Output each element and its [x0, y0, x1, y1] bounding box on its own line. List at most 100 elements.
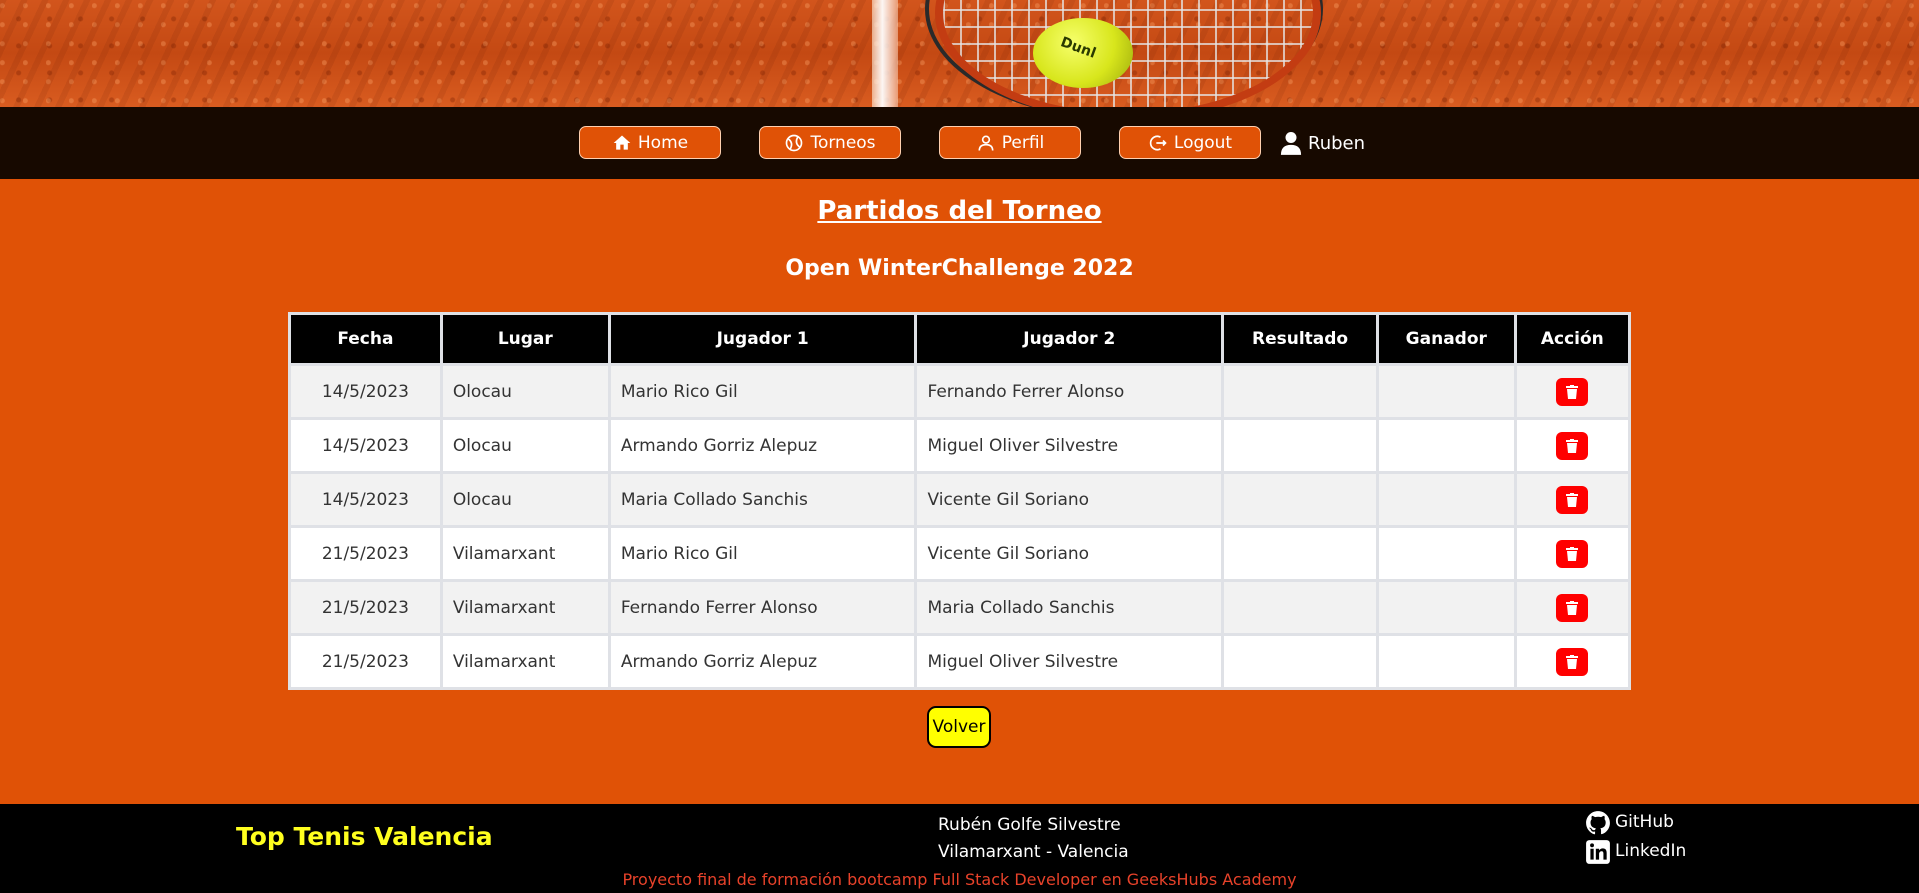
- tournament-name: Open WinterChallenge 2022: [785, 256, 1134, 281]
- cell-jugador2: Miguel Oliver Silvestre: [914, 417, 1225, 474]
- column-header-ganador: Ganador: [1375, 312, 1517, 366]
- cell-fecha: 14/5/2023: [288, 363, 443, 420]
- cell-jugador2: Vicente Gil Soriano: [914, 525, 1225, 582]
- cell-jugador2: Miguel Oliver Silvestre: [914, 633, 1225, 690]
- cell-resultado: [1221, 633, 1379, 690]
- column-header-jugador1: Jugador 1: [607, 312, 918, 366]
- social-links: GitHub LinkedIn: [1585, 808, 1686, 866]
- cell-fecha: 14/5/2023: [288, 417, 443, 474]
- footer: Top Tenis Valencia Rubén Golfe Silvestre…: [0, 804, 1919, 893]
- cell-jugador1: Mario Rico Gil: [607, 363, 918, 420]
- cell-lugar: Vilamarxant: [439, 525, 611, 582]
- home-button[interactable]: Home: [579, 126, 721, 159]
- cell-jugador1: Armando Gorriz Alepuz: [607, 633, 918, 690]
- trash-icon: [1566, 384, 1579, 399]
- table-row: 21/5/2023 Vilamarxant Fernando Ferrer Al…: [288, 579, 1632, 636]
- tennis-ball-icon: [786, 134, 803, 151]
- home-icon: [613, 135, 631, 150]
- author-location: Vilamarxant - Valencia: [938, 842, 1129, 862]
- cell-ganador: [1375, 633, 1517, 690]
- column-header-resultado: Resultado: [1221, 312, 1379, 366]
- github-label: GitHub: [1615, 812, 1674, 832]
- page-title: Partidos del Torneo: [817, 196, 1102, 226]
- perfil-button[interactable]: Perfil: [939, 126, 1081, 159]
- cell-accion: [1513, 525, 1632, 582]
- perfil-button-label: Perfil: [1001, 132, 1045, 153]
- delete-match-button[interactable]: [1556, 377, 1589, 406]
- cell-resultado: [1221, 471, 1379, 528]
- logout-button-label: Logout: [1173, 132, 1233, 153]
- cell-accion: [1513, 579, 1632, 636]
- cell-fecha: 21/5/2023: [288, 633, 443, 690]
- table-row: 14/5/2023 Olocau Mario Rico Gil Fernando…: [288, 363, 1632, 420]
- back-button[interactable]: Volver: [927, 706, 991, 748]
- trash-icon: [1566, 654, 1579, 669]
- logout-button[interactable]: Logout: [1119, 126, 1261, 159]
- linkedin-link[interactable]: LinkedIn: [1585, 837, 1686, 866]
- cell-lugar: Olocau: [439, 363, 611, 420]
- cell-accion: [1513, 417, 1632, 474]
- trash-icon: [1566, 600, 1579, 615]
- matches-table: Fecha Lugar Jugador 1 Jugador 2 Resultad…: [288, 312, 1632, 690]
- cell-lugar: Olocau: [439, 471, 611, 528]
- delete-match-button[interactable]: [1556, 485, 1589, 514]
- current-user: Ruben: [1280, 131, 1365, 155]
- cell-fecha: 21/5/2023: [288, 525, 443, 582]
- cell-resultado: [1221, 363, 1379, 420]
- github-link[interactable]: GitHub: [1585, 808, 1686, 837]
- delete-match-button[interactable]: [1556, 647, 1589, 676]
- column-header-lugar: Lugar: [439, 312, 611, 366]
- cell-jugador1: Mario Rico Gil: [607, 525, 918, 582]
- user-icon: [1280, 132, 1302, 155]
- delete-match-button[interactable]: [1556, 593, 1589, 622]
- github-icon: [1586, 810, 1610, 834]
- user-outline-icon: [978, 135, 994, 151]
- cell-accion: [1513, 471, 1632, 528]
- logout-icon: [1149, 135, 1167, 150]
- author-name: Rubén Golfe Silvestre: [938, 815, 1121, 835]
- delete-match-button[interactable]: [1556, 431, 1589, 460]
- cell-fecha: 14/5/2023: [288, 471, 443, 528]
- linkedin-icon: [1586, 839, 1610, 864]
- cell-ganador: [1375, 579, 1517, 636]
- torneos-button[interactable]: Torneos: [759, 126, 901, 159]
- delete-match-button[interactable]: [1556, 539, 1589, 568]
- table-header-row: Fecha Lugar Jugador 1 Jugador 2 Resultad…: [288, 312, 1632, 366]
- cell-lugar: Vilamarxant: [439, 579, 611, 636]
- cell-jugador1: Fernando Ferrer Alonso: [607, 579, 918, 636]
- header-banner: Dunl: [0, 0, 1919, 107]
- cell-resultado: [1221, 525, 1379, 582]
- cell-resultado: [1221, 417, 1379, 474]
- author-info: Rubén Golfe Silvestre Vilamarxant - Vale…: [938, 812, 1129, 866]
- column-header-fecha: Fecha: [288, 312, 443, 366]
- cell-ganador: [1375, 417, 1517, 474]
- cell-ganador: [1375, 525, 1517, 582]
- user-name: Ruben: [1308, 132, 1366, 154]
- cell-jugador1: Armando Gorriz Alepuz: [607, 417, 918, 474]
- home-button-label: Home: [637, 132, 689, 153]
- cell-lugar: Olocau: [439, 417, 611, 474]
- credit-text: Proyecto final de formación bootcamp Ful…: [622, 870, 1297, 889]
- cell-jugador2: Vicente Gil Soriano: [914, 471, 1225, 528]
- torneos-button-label: Torneos: [810, 132, 876, 153]
- cell-jugador1: Maria Collado Sanchis: [607, 471, 918, 528]
- cell-accion: [1513, 633, 1632, 690]
- linkedin-label: LinkedIn: [1615, 841, 1687, 861]
- table-row: 21/5/2023 Vilamarxant Mario Rico Gil Vic…: [288, 525, 1632, 582]
- cell-lugar: Vilamarxant: [439, 633, 611, 690]
- match-rows: 14/5/2023 Olocau Mario Rico Gil Fernando…: [288, 363, 1632, 690]
- column-header-jugador2: Jugador 2: [914, 312, 1225, 366]
- table-row: 21/5/2023 Vilamarxant Armando Gorriz Ale…: [288, 633, 1632, 690]
- brand-name: Top Tenis Valencia: [236, 822, 493, 851]
- trash-icon: [1566, 438, 1579, 453]
- trash-icon: [1566, 492, 1579, 507]
- cell-accion: [1513, 363, 1632, 420]
- column-header-accion: Acción: [1513, 312, 1632, 366]
- court-line: [872, 0, 898, 107]
- cell-resultado: [1221, 579, 1379, 636]
- cell-jugador2: Fernando Ferrer Alonso: [914, 363, 1225, 420]
- cell-jugador2: Maria Collado Sanchis: [914, 579, 1225, 636]
- cell-ganador: [1375, 363, 1517, 420]
- nav-bar: Home Torneos Perfil Logout Ruben: [0, 107, 1919, 179]
- table-row: 14/5/2023 Olocau Armando Gorriz Alepuz M…: [288, 417, 1632, 474]
